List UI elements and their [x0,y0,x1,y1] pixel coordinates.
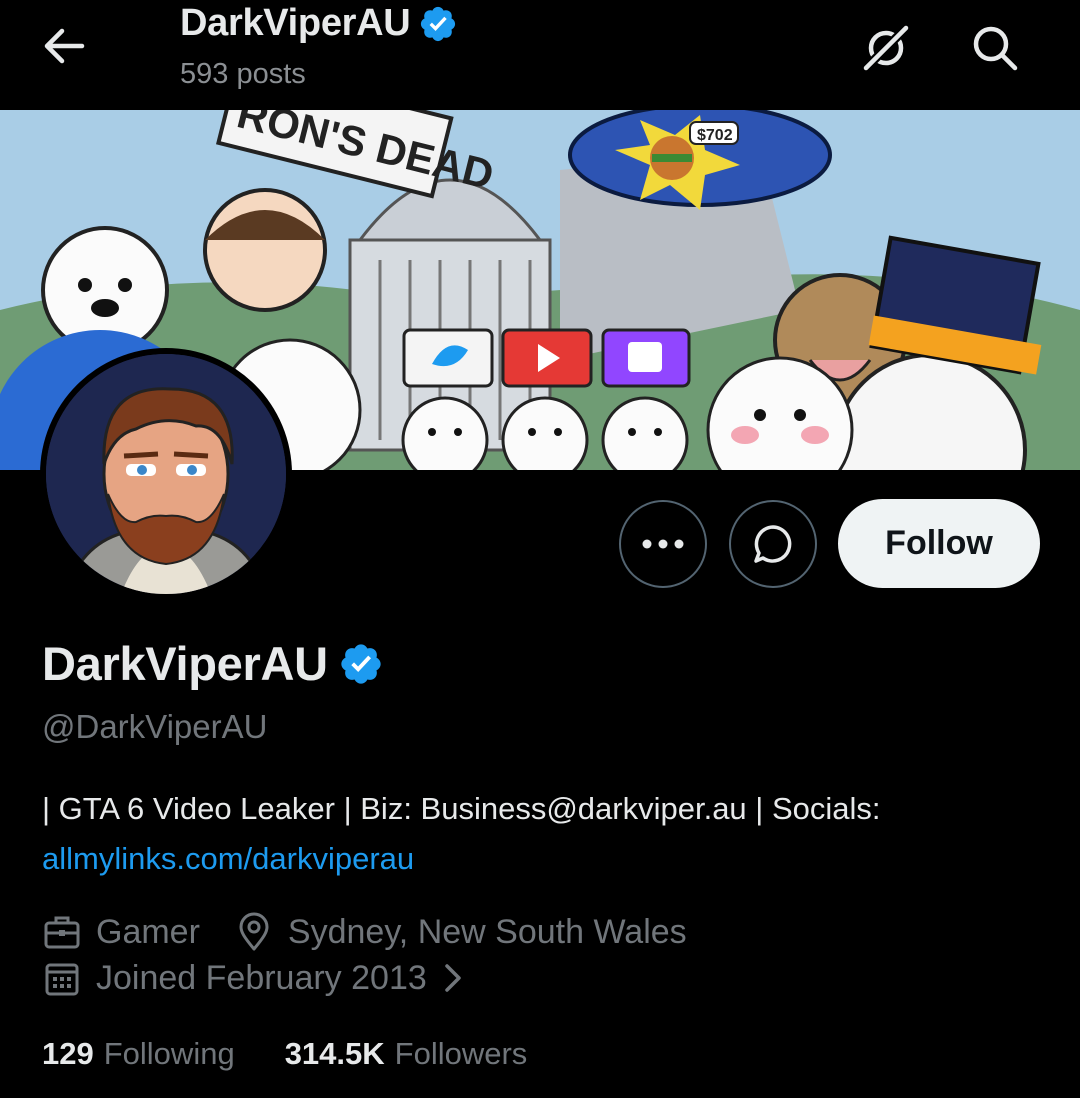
grok-chat-icon [754,525,792,563]
category-item: Gamer [42,912,200,952]
search-button[interactable] [968,22,1022,74]
followers-link[interactable]: 314.5K Followers [285,1036,528,1072]
price-tag: $702 [697,127,733,144]
location-item: Sydney, New South Wales [234,912,687,952]
verified-badge-icon[interactable] [338,641,384,687]
bio: | GTA 6 Video Leaker | Biz: Business@dar… [42,784,1042,884]
bio-text: | GTA 6 Video Leaker | Biz: Business@dar… [42,791,881,826]
follow-button[interactable]: Follow [838,499,1040,588]
post-count: 593 posts [180,58,306,90]
briefcase-icon [44,916,80,949]
display-name-row: DarkViperAU [42,636,384,691]
location-pin-icon [239,912,269,951]
avatar-image [46,354,286,594]
calendar-icon [45,963,79,996]
followers-label: Followers [394,1036,528,1071]
top-bar: DarkViperAU 593 posts [0,0,1080,110]
joined-row[interactable]: Joined February 2013 [42,958,467,998]
header-name: DarkViperAU [180,2,411,44]
user-handle: @DarkViperAU [42,708,268,745]
chevron-right-icon [445,964,461,992]
display-name: DarkViperAU [42,637,328,690]
more-button[interactable] [619,500,707,588]
location-text: Sydney, New South Wales [287,912,687,951]
grok-icon [862,24,910,72]
bio-link[interactable]: allmylinks.com/darkviperau [42,841,414,876]
more-icon [642,539,684,549]
search-icon [973,26,1018,71]
following-label: Following [103,1036,235,1071]
joined-text: Joined February 2013 [96,958,427,997]
grok-chat-button[interactable] [729,500,817,588]
following-count: 129 [42,1036,94,1071]
profile-page: DarkViperAU 593 posts RON'S DEAD $702 Fo… [0,0,1080,1098]
category-text: Gamer [96,912,200,951]
grok-button[interactable] [858,22,914,74]
follow-stats: 129 Following 314.5K Followers [42,1036,527,1072]
back-button[interactable] [40,24,90,68]
arrow-left-icon [44,28,85,64]
avatar[interactable] [40,348,292,600]
avatar-illustration [46,354,286,594]
following-link[interactable]: 129 Following [42,1036,235,1072]
header-title: DarkViperAU [180,2,458,45]
followers-count: 314.5K [284,1036,385,1071]
verified-badge-icon [421,6,456,41]
profile-meta-row: Gamer Sydney, New South Wales [42,912,687,952]
